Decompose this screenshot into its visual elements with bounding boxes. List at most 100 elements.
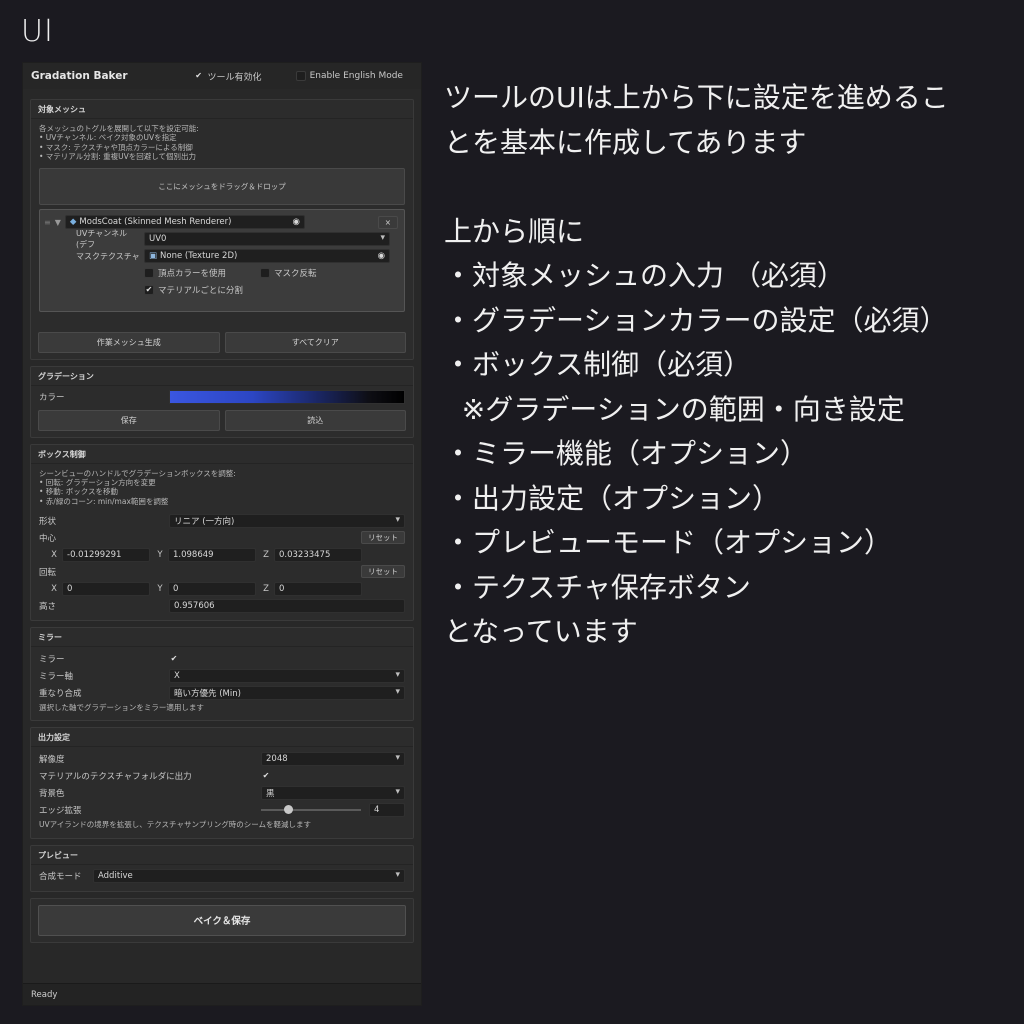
target-mesh-section: 対象メッシュ 各メッシュのトグルを展開して以下を設定可能: • UVチャンネル:… <box>30 99 414 360</box>
split-material-label: マテリアルごとに分割 <box>158 286 243 296</box>
description-line: ・ボックス制御（必須） <box>444 348 752 381</box>
overlap-blend-dropdown[interactable]: 暗い方優先 (Min) <box>169 685 405 700</box>
description-line <box>444 165 1019 210</box>
center-reset-button[interactable]: リセット <box>361 531 405 544</box>
mesh-renderer-icon: ◆ <box>69 217 77 227</box>
rotation-label: 回転 <box>39 567 57 578</box>
edge-padding-field[interactable]: 4 <box>369 802 405 817</box>
box-control-help: シーンビューのハンドルでグラデーションボックスを調整: • 回転: グラデーショ… <box>31 467 413 509</box>
split-material-checkbox[interactable]: ✔ <box>144 285 154 295</box>
target-mesh-help: 各メッシュのトグルを展開して以下を設定可能: • UVチャンネル: ベイク対象の… <box>31 122 413 164</box>
edge-padding-slider[interactable] <box>261 804 361 814</box>
description-line: となっています <box>444 615 638 648</box>
tool-enable-toggle[interactable]: ✔ ツール有効化 <box>194 70 262 83</box>
description-line: ※グラデーションの範囲・向き設定 <box>444 392 905 426</box>
mirror-help: 選択した軸でグラデーションをミラー適用します <box>39 703 204 712</box>
gradient-load-button[interactable]: 読込 <box>224 409 406 431</box>
output-folder-label: マテリアルのテクスチャフォルダに出力 <box>39 771 192 782</box>
drag-handle-icon[interactable]: ≡ <box>44 218 51 227</box>
mask-texture-label: マスクテクスチャ <box>76 251 140 261</box>
mask-texture-value: None (Texture 2D) <box>160 251 238 261</box>
object-picker-icon[interactable]: ◉ <box>378 251 385 261</box>
clear-all-button[interactable]: すべてクリア <box>224 331 406 353</box>
help-line: • 移動: ボックスを移動 <box>39 487 118 497</box>
tool-enable-label: ツール有効化 <box>207 72 262 83</box>
box-control-title: ボックス制御 <box>31 445 413 464</box>
help-line: • UVチャンネル: ベイク対象のUVを指定 <box>39 133 177 143</box>
resolution-dropdown[interactable]: 2048 <box>261 751 405 766</box>
page-heading: UI <box>21 14 54 49</box>
gradient-save-button[interactable]: 保存 <box>38 409 220 431</box>
mirror-checkbox[interactable]: ✔ <box>169 654 179 664</box>
center-x-field[interactable]: -0.01299291 <box>62 547 150 562</box>
center-y-field[interactable]: 1.098649 <box>168 547 256 562</box>
description-line: ・対象メッシュの入力 （必須） <box>444 259 845 292</box>
output-help: UVアイランドの境界を拡張し、テクスチャサンプリング時のシームを軽減します <box>39 820 311 830</box>
english-mode-checkbox[interactable] <box>295 71 306 81</box>
mesh-object-value: ModsCoat (Skinned Mesh Renderer) <box>79 217 232 227</box>
box-control-section: ボックス制御 シーンビューのハンドルでグラデーションボックスを調整: • 回転:… <box>30 443 414 621</box>
rotation-x-field[interactable]: 0 <box>62 581 150 596</box>
preview-title: プレビュー <box>31 846 413 865</box>
object-picker-icon[interactable]: ◉ <box>292 217 299 227</box>
background-color-dropdown[interactable]: 黒 <box>261 785 405 800</box>
english-mode-toggle[interactable]: Enable English Mode <box>295 71 403 81</box>
description-line: ・ミラー機能（オプション） <box>444 437 809 470</box>
rotation-y-field[interactable]: 0 <box>168 581 256 596</box>
help-line: • マスク: テクスチャや頂点カラーによる制御 <box>39 142 193 152</box>
output-folder-checkbox[interactable]: ✔ <box>261 771 271 781</box>
foldout-arrow-icon[interactable]: ▼ <box>55 218 61 227</box>
description-line: ・出力設定（オプション） <box>444 481 781 515</box>
uv-channel-label: UVチャンネル (デフ <box>76 229 128 249</box>
axis-x-label: X <box>51 583 57 594</box>
vertex-color-label: 頂点カラーを使用 <box>158 269 227 279</box>
tool-enable-checkbox[interactable]: ✔ <box>194 71 204 81</box>
shape-dropdown[interactable]: リニア (一方向) <box>169 513 405 528</box>
help-line: • マテリアル分割: 重複UVを回避して個別出力 <box>39 152 197 162</box>
mesh-dropzone[interactable]: ここにメッシュをドラッグ＆ドロップ <box>39 167 405 205</box>
gradient-section: グラデーション カラー 保存 読込 <box>30 365 414 438</box>
remove-mesh-button[interactable]: × <box>377 215 398 229</box>
axis-y-label: Y <box>157 549 163 560</box>
center-z-field[interactable]: 0.03233475 <box>274 547 362 562</box>
gradient-field[interactable] <box>169 390 405 404</box>
preview-section: プレビュー 合成モード Additive <box>30 844 414 892</box>
status-text: Ready <box>31 989 58 1000</box>
uv-channel-dropdown[interactable]: UV0 <box>144 232 390 246</box>
mesh-object-field[interactable]: ◆ ModsCoat (Skinned Mesh Renderer) ◉ <box>64 215 305 229</box>
blend-mode-dropdown[interactable]: Additive <box>93 869 405 884</box>
axis-x-label: X <box>51 549 57 560</box>
description-line: 上から順に <box>444 214 585 248</box>
mask-invert-label: マスク反転 <box>274 269 317 279</box>
description-line: ツールのUIは上から下に設定を進めるこ <box>444 81 949 114</box>
help-line: シーンビューのハンドルでグラデーションボックスを調整: <box>39 468 236 478</box>
output-section: 出力設定 解像度 2048 マテリアルのテクスチャフォルダに出力 ✔ 背景色 黒… <box>30 727 414 839</box>
bake-save-button[interactable]: ベイク＆保存 <box>38 904 406 936</box>
help-line: • 回転: グラデーション方向を変更 <box>39 477 156 487</box>
axis-y-label: Y <box>157 583 163 594</box>
blend-mode-label: 合成モード <box>39 872 82 883</box>
description-line: ・テクスチャ保存ボタン <box>444 570 751 604</box>
status-bar: Ready <box>23 983 421 1005</box>
gradient-title: グラデーション <box>31 367 413 386</box>
vertex-color-checkbox[interactable] <box>144 268 154 278</box>
slider-handle[interactable] <box>284 804 293 814</box>
rotation-reset-button[interactable]: リセット <box>361 565 405 578</box>
texture-icon: ▣ <box>149 251 158 261</box>
axis-z-label: Z <box>263 549 269 560</box>
create-work-mesh-button[interactable]: 作業メッシュ生成 <box>38 331 220 353</box>
mesh-entry: ≡ ▼ ◆ ModsCoat (Skinned Mesh Renderer) ◉ … <box>39 208 405 312</box>
height-field[interactable]: 0.957606 <box>169 598 405 613</box>
mirror-axis-label: ミラー軸 <box>39 671 74 682</box>
gradation-baker-window: Gradation Baker ✔ ツール有効化 Enable English … <box>22 62 422 1006</box>
mask-texture-field[interactable]: ▣ None (Texture 2D) ◉ <box>144 249 390 263</box>
background-color-label: 背景色 <box>39 788 65 799</box>
english-mode-label: Enable English Mode <box>309 71 403 81</box>
description-text: ツールのUIは上から下に設定を進めるこ とを基本に作成してあります 上から順に … <box>444 76 1019 655</box>
mask-invert-checkbox[interactable] <box>260 268 271 278</box>
rotation-z-field[interactable]: 0 <box>274 581 362 596</box>
overlap-blend-label: 重なり合成 <box>39 688 82 699</box>
mirror-axis-dropdown[interactable]: X <box>169 668 405 683</box>
window-titlebar: Gradation Baker ✔ ツール有効化 Enable English … <box>23 63 421 89</box>
mirror-title: ミラー <box>31 628 413 647</box>
